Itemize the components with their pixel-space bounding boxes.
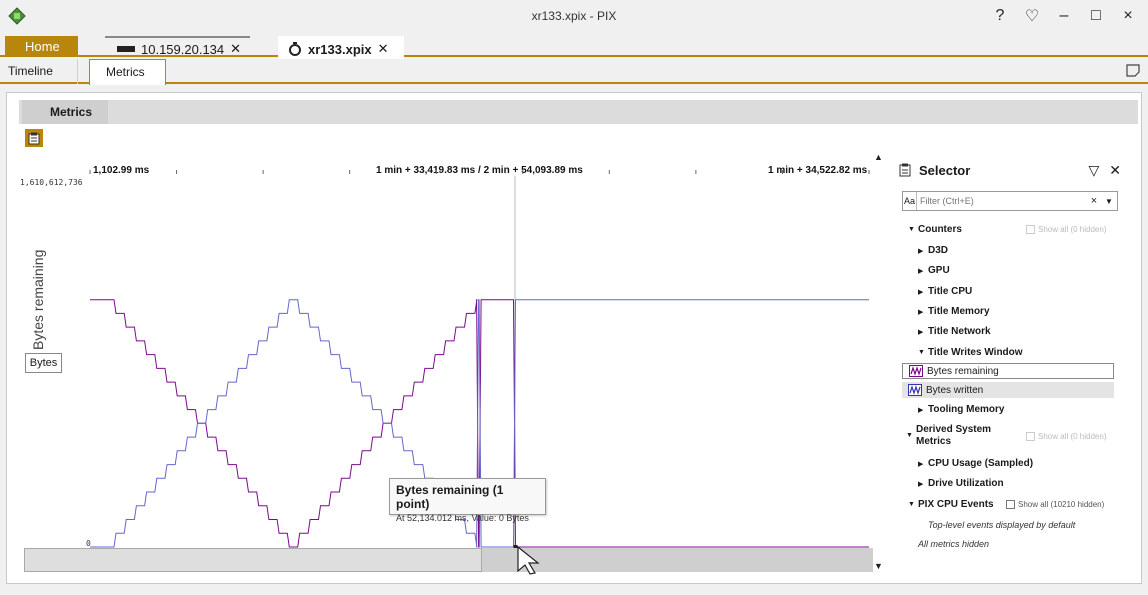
tree-node-title-memory[interactable]: ▶ Title Memory	[918, 306, 990, 317]
tree-node-gpu[interactable]: ▶ GPU	[918, 265, 950, 276]
collapsed-arrow-icon: ▶	[918, 480, 924, 488]
tree-node-counters[interactable]: ▼ Counters	[908, 224, 962, 235]
top-level-note: Top-level events displayed by default	[928, 520, 1076, 530]
line-series-icon	[908, 384, 922, 396]
title-bar: xr133.xpix - PIX ? ♡ – □ ×	[0, 0, 1148, 34]
tree-label: CPU Usage (Sampled)	[928, 458, 1034, 469]
stopwatch-icon	[289, 42, 301, 56]
horizontal-scrollbar[interactable]	[24, 548, 873, 572]
tree-node-derived-system-metrics[interactable]: ▼ Derived System Metrics	[906, 424, 1006, 448]
tab-remote-connection[interactable]: 10.159.20.134 ✕	[105, 36, 250, 57]
collapsed-arrow-icon: ▶	[918, 247, 924, 255]
tab-remote-label: 10.159.20.134	[141, 41, 225, 57]
collapsed-arrow-icon: ▶	[918, 460, 924, 468]
document-tabs: Home 10.159.20.134 ✕ xr133.xpix ✕	[0, 34, 1148, 59]
metrics-header-bar	[19, 100, 1138, 124]
expanded-arrow-icon: ▼	[918, 349, 925, 356]
scroll-up-icon[interactable]: ▲	[874, 152, 883, 162]
scrollbar-thumb[interactable]	[24, 548, 482, 572]
metrics-panel-tab[interactable]: Metrics	[22, 100, 108, 124]
show-all-label: Show all (0 hidden)	[1038, 432, 1107, 441]
metric-label: Bytes written	[926, 384, 984, 396]
clipboard-icon	[899, 163, 911, 177]
selector-title: Selector	[919, 162, 971, 178]
tree-label: Tooling Memory	[928, 404, 1005, 415]
tab-home[interactable]: Home	[5, 36, 78, 57]
collapsed-arrow-icon: ▶	[918, 308, 924, 316]
checkbox[interactable]	[1006, 500, 1015, 509]
tooltip-title: Bytes remaining (1 point)	[396, 483, 504, 511]
metric-bytes-written[interactable]: Bytes written	[902, 382, 1114, 398]
tree-label: Title Memory	[928, 306, 990, 317]
tree-node-cpu-usage[interactable]: ▶ CPU Usage (Sampled)	[918, 458, 1033, 469]
tree-node-title-writes-window[interactable]: ▼ Title Writes Window	[918, 347, 1023, 358]
tree-label: Title CPU	[928, 286, 973, 297]
selector-filter: Aa × ▼	[902, 191, 1118, 211]
collapsed-arrow-icon: ▶	[918, 406, 924, 414]
minimize-button[interactable]: –	[1050, 4, 1078, 28]
console-icon	[117, 46, 135, 52]
filter-input[interactable]	[917, 196, 1087, 206]
tree-label: Drive Utilization	[928, 478, 1004, 489]
close-tab-icon[interactable]: ✕	[230, 41, 241, 57]
mouse-cursor-icon	[517, 545, 540, 575]
expanded-arrow-icon: ▼	[908, 226, 915, 233]
collapsed-arrow-icon: ▶	[918, 267, 924, 275]
close-panel-icon[interactable]: ✕	[1109, 162, 1121, 179]
tree-node-drive-utilization[interactable]: ▶ Drive Utilization	[918, 478, 1004, 489]
close-window-button[interactable]: ×	[1114, 4, 1142, 28]
feedback-button[interactable]: ♡	[1018, 4, 1046, 28]
tab-timeline[interactable]: Timeline	[0, 59, 78, 84]
checkbox[interactable]	[1026, 432, 1035, 441]
collapsed-arrow-icon: ▶	[918, 288, 924, 296]
expanded-arrow-icon: ▼	[906, 432, 913, 439]
tree-node-d3d[interactable]: ▶ D3D	[918, 245, 948, 256]
metric-bytes-remaining[interactable]: Bytes remaining	[902, 363, 1114, 379]
tree-node-title-network[interactable]: ▶ Title Network	[918, 326, 991, 337]
tree-label: Counters	[918, 224, 962, 235]
close-tab-icon[interactable]: ✕	[378, 41, 389, 57]
tree-label: Title Writes Window	[928, 347, 1023, 358]
clipboard-button[interactable]	[25, 129, 43, 147]
metric-label: Bytes remaining	[927, 365, 999, 377]
clear-filter-icon[interactable]: ×	[1087, 195, 1101, 207]
show-all-derived[interactable]: Show all (0 hidden)	[1026, 432, 1106, 441]
match-case-toggle[interactable]: Aa	[903, 192, 917, 210]
scroll-down-icon[interactable]: ▼	[874, 561, 883, 571]
filter-dropdown-icon[interactable]: ▼	[1101, 197, 1117, 206]
metrics-hidden-note: All metrics hidden	[918, 539, 990, 549]
clipboard-icon	[28, 132, 40, 144]
tree-label: PIX CPU Events	[918, 499, 994, 510]
show-all-label: Show all (10210 hidden)	[1018, 500, 1105, 509]
tree-label: Title Network	[928, 326, 991, 337]
tab-capture-label: xr133.xpix	[308, 41, 372, 57]
dropdown-menu-icon[interactable]: ▽	[1088, 162, 1099, 179]
checkbox[interactable]	[1026, 225, 1035, 234]
help-button[interactable]: ?	[986, 4, 1014, 28]
data-point-tooltip: Bytes remaining (1 point) At 52,134.012 …	[389, 478, 546, 523]
tooltip-detail: At 52,134.012 ms, Value: 0 Bytes	[396, 513, 529, 523]
tree-node-title-cpu[interactable]: ▶ Title CPU	[918, 286, 972, 297]
tree-node-pix-cpu-events[interactable]: ▼ PIX CPU Events	[908, 499, 994, 510]
tree-label: D3D	[928, 245, 949, 256]
expanded-arrow-icon: ▼	[908, 501, 915, 508]
tab-metrics[interactable]: Metrics	[89, 59, 166, 85]
tab-capture-file[interactable]: xr133.xpix ✕	[278, 36, 404, 59]
show-all-counters[interactable]: Show all (0 hidden)	[1026, 225, 1106, 234]
collapsed-arrow-icon: ▶	[918, 328, 924, 336]
tree-label: Derived System Metrics	[916, 424, 992, 447]
show-all-pix-events[interactable]: Show all (10210 hidden)	[1006, 500, 1104, 509]
tree-label: GPU	[928, 265, 950, 276]
window-title: xr133.xpix - PIX	[531, 9, 617, 23]
tree-node-tooling-memory[interactable]: ▶ Tooling Memory	[918, 404, 1004, 415]
show-all-label: Show all (0 hidden)	[1038, 225, 1107, 234]
selector-header: Selector ▽ ✕	[893, 154, 1129, 186]
maximize-button[interactable]: □	[1082, 4, 1110, 28]
line-series-icon	[909, 365, 923, 377]
view-tabs: Timeline Metrics	[0, 59, 1148, 85]
view-menu-icon[interactable]	[1126, 63, 1140, 77]
